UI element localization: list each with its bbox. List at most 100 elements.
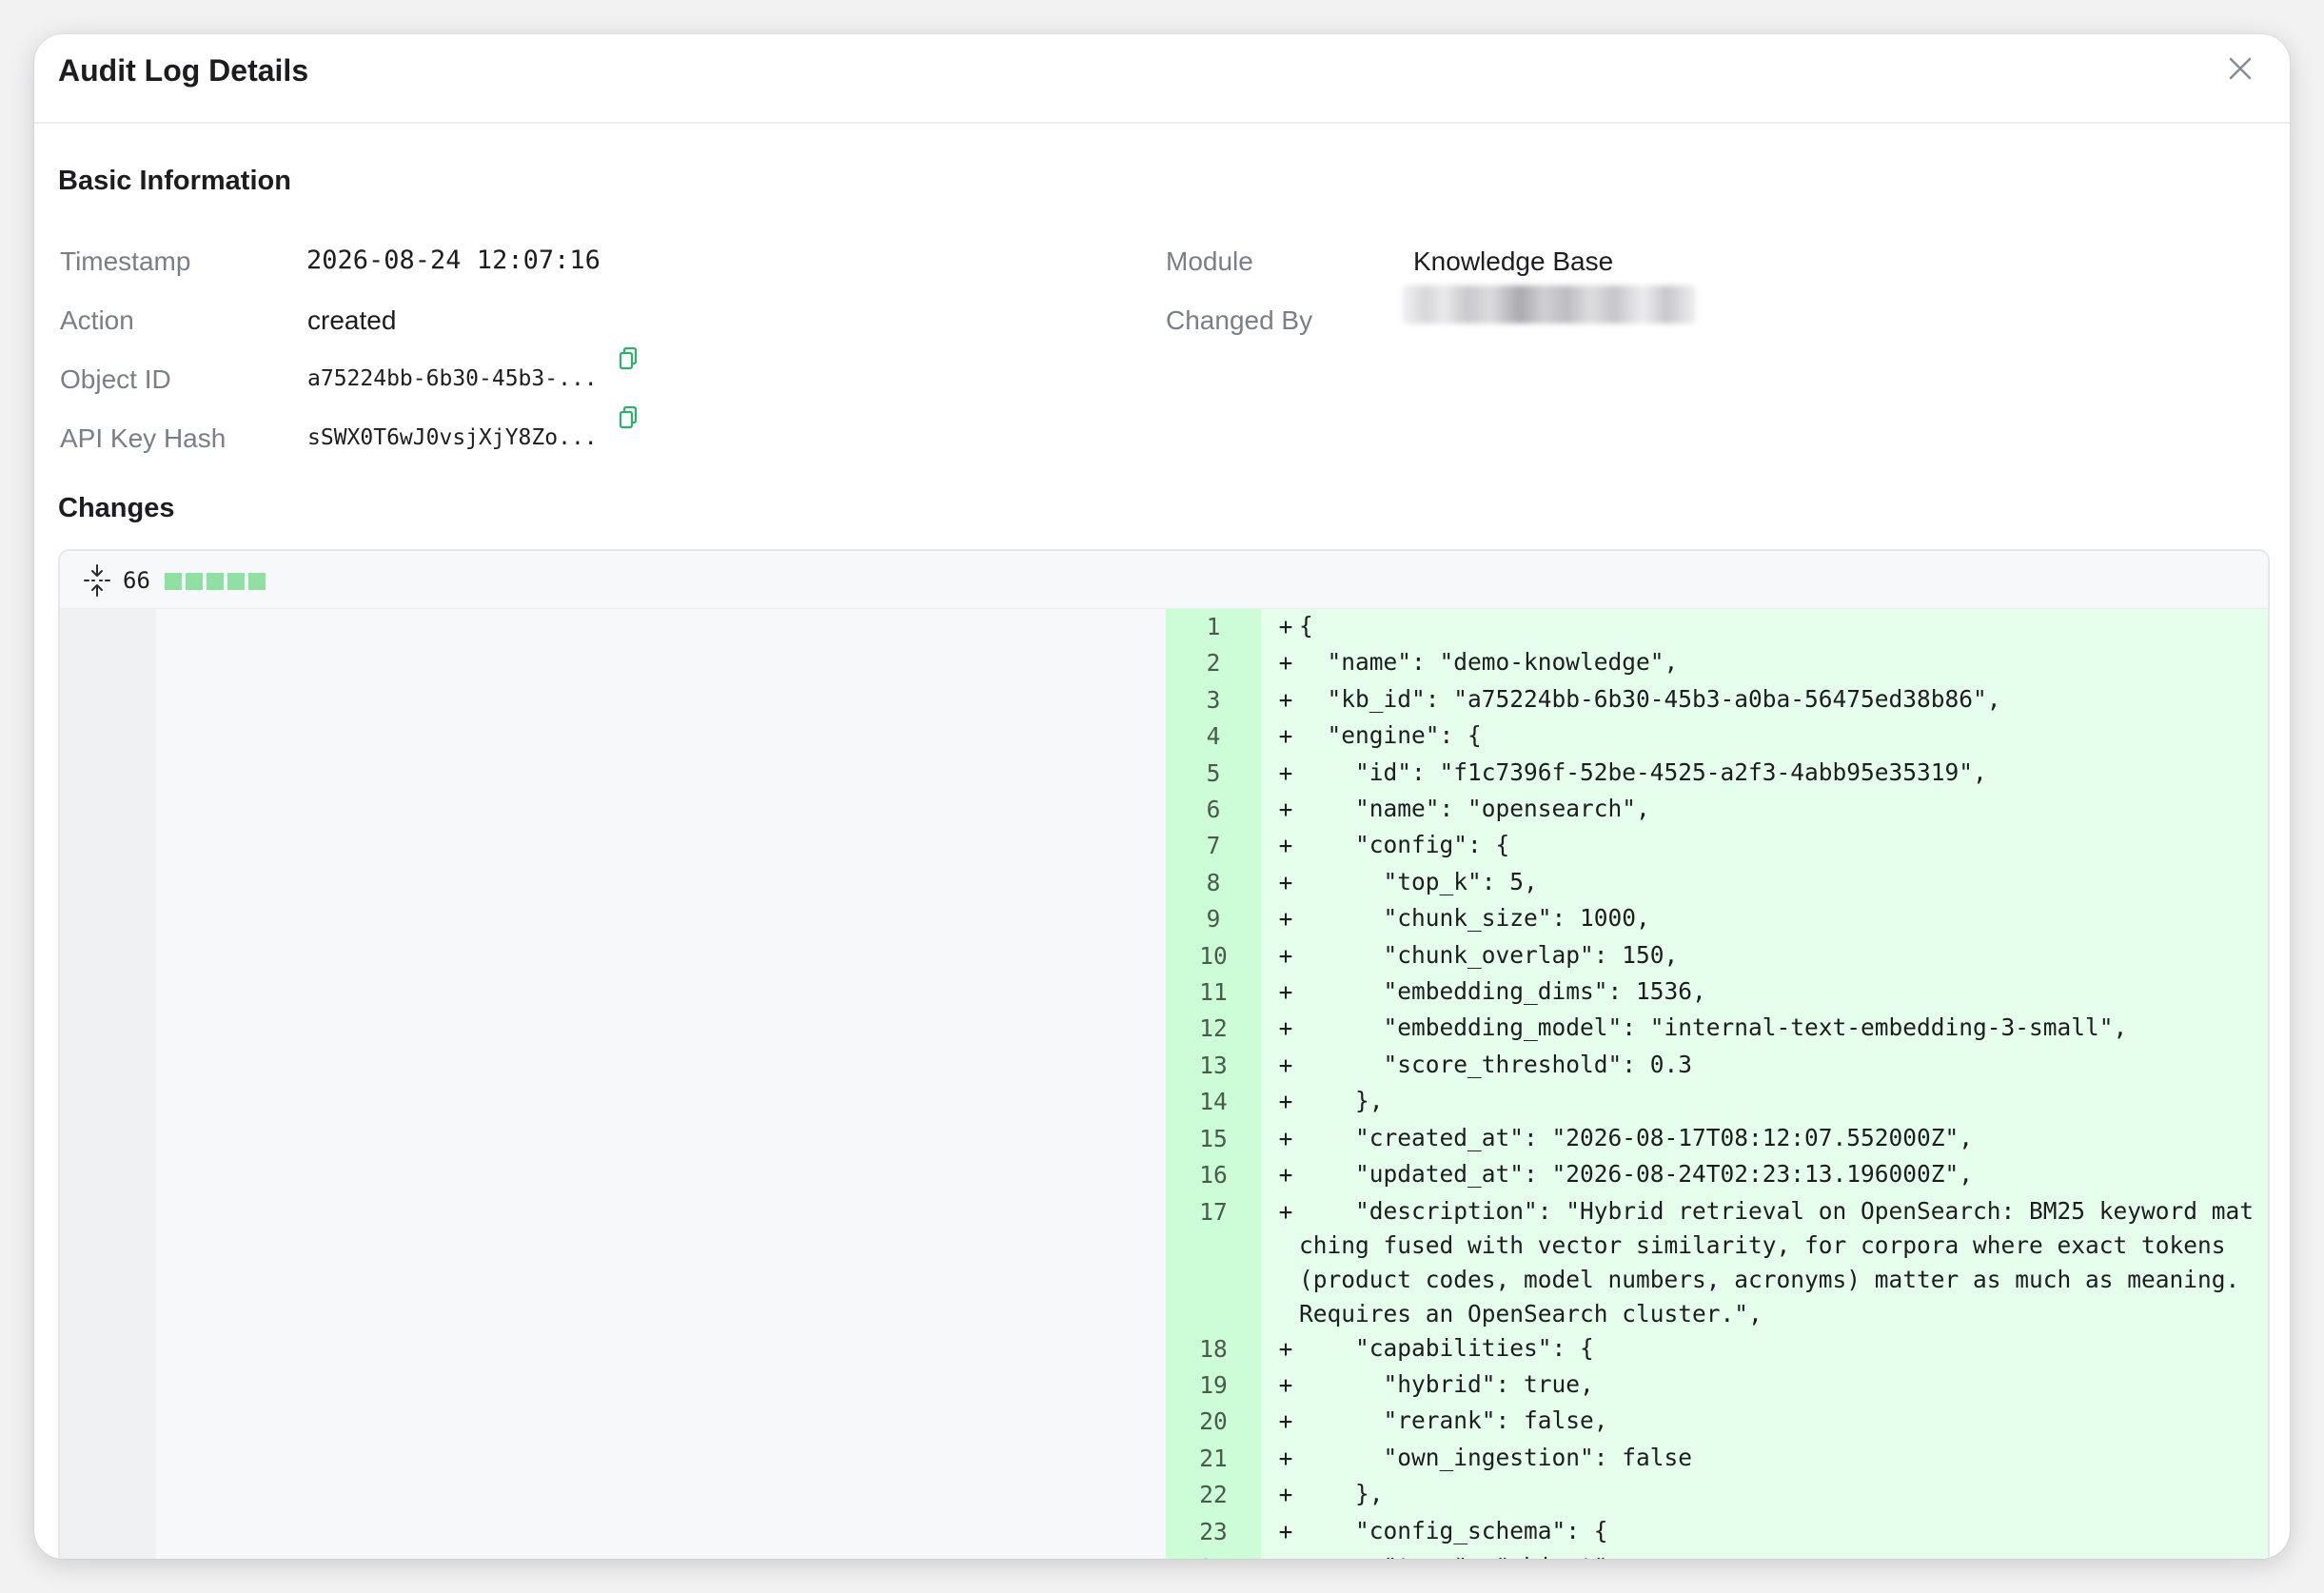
diff-stat-block (207, 573, 224, 590)
added-sign: + (1278, 1334, 1293, 1363)
added-sign: + (1278, 1124, 1293, 1152)
diff-line-added: 22 + }, (1166, 1477, 2268, 1513)
line-number: 19 (1199, 1370, 1228, 1399)
diff-line-added: 4 + "engine": { (1166, 718, 2268, 755)
diff-line-added: 17 + "description": "Hybrid retrieval on … (1166, 1194, 2268, 1331)
line-number: 12 (1199, 1014, 1228, 1043)
changed-by-value-redacted (1403, 285, 1696, 324)
code-line: "name": "opensearch", (1299, 795, 1650, 823)
code-line: "embedding_dims": 1536, (1299, 977, 1706, 1006)
old-line-numbers-gutter (60, 609, 156, 1559)
line-number: 23 (1199, 1517, 1228, 1545)
line-number: 4 (1206, 722, 1221, 751)
line-number: 16 (1199, 1161, 1228, 1190)
code-line: "score_threshold": 0.3 (1299, 1050, 1693, 1078)
module-value: Knowledge Base (1413, 246, 1614, 276)
diff-line-added: 6 + "name": "opensearch", (1166, 792, 2268, 828)
code-line: "engine": { (1299, 721, 1482, 750)
code-line: { (1299, 612, 1313, 639)
api-key-label: API Key Hash (60, 423, 226, 453)
added-sign: + (1278, 1197, 1293, 1226)
line-number: 22 (1199, 1481, 1228, 1509)
code-line: }, (1299, 1480, 1384, 1508)
line-number: 13 (1199, 1051, 1228, 1079)
diff-line-added: 13 + "score_threshold": 0.3 (1166, 1048, 2268, 1084)
diff-stat-bar (165, 573, 266, 590)
expand-collapse-icon (84, 564, 110, 597)
timestamp-value: 2026-08-24 12:07:16 (306, 246, 601, 275)
diff-toolbar: 66 (60, 551, 2268, 609)
diff-stat-block (165, 573, 182, 590)
line-number: 14 (1199, 1088, 1228, 1116)
added-sign: + (1278, 613, 1293, 640)
diff-line-added: 5 + "id": "f1c7396f-52be-4525-a2f3-4abb95… (1166, 756, 2268, 792)
action-label: Action (60, 305, 134, 335)
code-line: "id": "f1c7396f-52be-4525-a2f3-4abb95e35… (1299, 757, 1987, 786)
old-content-pane (156, 609, 1166, 1559)
added-sign: + (1278, 1051, 1293, 1079)
line-number: 5 (1206, 758, 1221, 787)
diff-line-added: 18 + "capabilities": { (1166, 1331, 2268, 1367)
line-number: 20 (1199, 1407, 1228, 1436)
added-sign: + (1278, 832, 1293, 860)
added-sign: + (1278, 978, 1293, 1007)
diff-line-added: 12 + "embedding_model": "internal-text-em… (1166, 1011, 2268, 1047)
close-button[interactable] (2219, 48, 2261, 89)
code-line: "capabilities": { (1299, 1333, 1594, 1362)
added-sign: + (1278, 649, 1293, 678)
close-icon (2229, 57, 2252, 80)
diff-line-added: 8 + "top_k": 5, (1166, 865, 2268, 901)
code-line: "created_at": "2026-08-17T08:12:07.55200… (1299, 1123, 1974, 1151)
added-sign: + (1278, 1088, 1293, 1116)
code-line: "embedding_model": "internal-text-embedd… (1299, 1013, 2128, 1042)
diff-line-added: 14 + }, (1166, 1084, 2268, 1120)
line-number: 1 (1206, 613, 1221, 640)
code-line: "type": "object", (1299, 1550, 2268, 1559)
code-line: "top_k": 5, (1299, 867, 1538, 895)
code-line: "chunk_overlap": 150, (1299, 940, 1679, 969)
diff-line-added: 20 + "rerank": false, (1166, 1404, 2268, 1440)
code-line: "config_schema": { (1299, 1516, 1608, 1544)
code-line: "rerank": false, (1299, 1406, 1608, 1435)
line-number: 10 (1199, 941, 1228, 970)
added-sign: + (1278, 1014, 1293, 1043)
code-line: "name": "demo-knowledge", (1299, 648, 1679, 677)
code-line: "hybrid": true, (1299, 1369, 1594, 1398)
code-line: "updated_at": "2026-08-24T02:23:13.19600… (1299, 1160, 1974, 1189)
line-number: 18 (1199, 1334, 1228, 1363)
line-number: 7 (1206, 832, 1221, 860)
line-number: 24 (1166, 1550, 1261, 1559)
line-number: 21 (1199, 1444, 1228, 1472)
api-key-value: sSWX0T6wJ0vsjXjY8Zo... (307, 425, 598, 450)
line-number: 6 (1206, 796, 1221, 824)
changed-by-label: Changed By (1166, 305, 1313, 335)
added-sign: + (1278, 758, 1293, 787)
added-sign: + (1278, 685, 1293, 714)
object-id-label: Object ID (60, 364, 171, 394)
copy-icon (619, 346, 638, 370)
code-line: "chunk_size": 1000, (1299, 904, 1650, 933)
code-line: "config": { (1299, 831, 1510, 859)
added-sign: + (1278, 722, 1293, 751)
diff-stat-block (248, 573, 266, 590)
copy-object-id-button[interactable] (619, 346, 640, 376)
timestamp-label: Timestamp (60, 246, 191, 276)
copy-api-key-button[interactable] (619, 405, 640, 435)
line-number: 3 (1206, 685, 1221, 714)
added-sign: + (1278, 1517, 1293, 1545)
added-sign: + (1261, 1550, 1299, 1559)
expand-collapse-button[interactable] (83, 564, 111, 597)
module-label: Module (1166, 246, 1253, 276)
added-sign: + (1278, 796, 1293, 824)
line-number: 11 (1199, 978, 1228, 1007)
diff-line-added: 2 + "name": "demo-knowledge", (1166, 645, 2268, 681)
code-line: "kb_id": "a75224bb-6b30-45b3-a0ba-56475e… (1299, 684, 2001, 713)
diff-line-added: 1 +{ (1166, 609, 2268, 645)
added-sign: + (1278, 868, 1293, 896)
added-sign: + (1278, 905, 1293, 934)
line-number: 17 (1199, 1197, 1228, 1226)
changes-title: Changes (58, 493, 175, 523)
diff-stat-block (186, 573, 203, 590)
change-count: 66 (123, 567, 150, 594)
line-number: 8 (1206, 868, 1221, 896)
